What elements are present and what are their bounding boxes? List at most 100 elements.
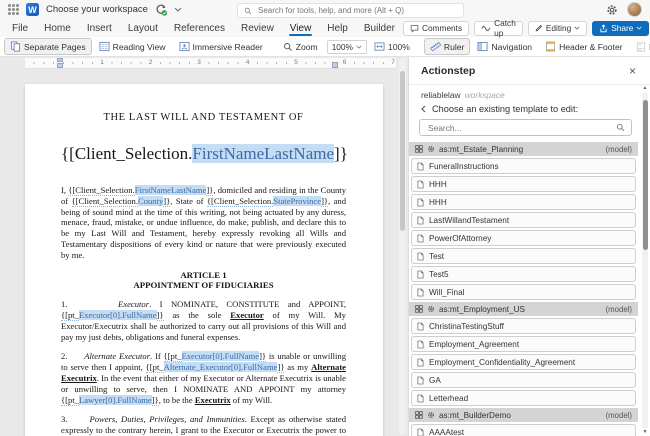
- user-avatar[interactable]: [627, 2, 642, 17]
- app-launcher-icon[interactable]: [8, 4, 19, 15]
- template-search-input[interactable]: [426, 122, 612, 134]
- reading-view-button[interactable]: Reading View: [93, 38, 172, 55]
- merge-field[interactable]: Executor[0].FullName: [79, 310, 157, 320]
- menu-tab-layout[interactable]: Layout: [120, 19, 166, 37]
- document-icon: [417, 288, 424, 297]
- workspace-selector-label[interactable]: Choose your workspace: [46, 4, 148, 15]
- merge-field[interactable]: FirstNameLastName: [192, 144, 334, 163]
- template-item[interactable]: Will_Final: [411, 284, 636, 300]
- template-item[interactable]: HHH: [411, 176, 636, 192]
- zoom-level-value: 100%: [332, 42, 353, 52]
- panel-scrollbar[interactable]: ▲ ▼: [641, 85, 649, 436]
- merge-field[interactable]: Alternate_Executor[0].FullName: [164, 362, 278, 372]
- merge-field[interactable]: FirstNameLastName: [135, 185, 207, 195]
- scroll-up-icon[interactable]: ▲: [643, 85, 648, 92]
- ruler-number: 1: [99, 59, 105, 67]
- back-chevron-icon[interactable]: [421, 105, 426, 113]
- doc-title[interactable]: THE LAST WILL AND TESTAMENT OF: [61, 112, 346, 123]
- menu-tab-review[interactable]: Review: [233, 19, 282, 37]
- doc-content: THE LAST WILL AND TESTAMENT OF {[Client_S…: [61, 112, 346, 436]
- merge-field[interactable]: County: [138, 196, 163, 206]
- template-group-header[interactable]: as:mt_Employment_US(model): [409, 302, 638, 316]
- template-item-label: ChristinaTestingStuff: [429, 322, 504, 331]
- catch-up-icon: [481, 25, 491, 32]
- doc-paragraph[interactable]: 1. Executor. I NOMINATE, CONSTITUTE and …: [61, 299, 346, 342]
- model-grid-icon: [415, 145, 423, 153]
- editing-mode-button[interactable]: Editing: [528, 21, 587, 36]
- ruler-number: 6: [342, 59, 348, 67]
- top-bar: W Choose your workspace: [0, 0, 650, 19]
- template-group-name: as:mt_Employment_US: [439, 305, 525, 314]
- zoom-label: Zoom: [296, 42, 318, 52]
- merge-field[interactable]: Lawyer[0].FullName: [79, 395, 152, 405]
- navigation-button[interactable]: Navigation: [471, 38, 538, 55]
- workspace-chevron-down-icon[interactable]: [174, 7, 182, 12]
- template-item[interactable]: Employment_Agreement: [411, 336, 636, 352]
- merge-field[interactable]: Executor[0].FullName: [182, 351, 260, 361]
- template-item[interactable]: Test: [411, 248, 636, 264]
- immersive-reader-button[interactable]: Immersive Reader: [173, 38, 269, 55]
- doc-paragraph[interactable]: 2. Alternate Executor. If {[pt_Executor[…: [61, 351, 346, 405]
- template-item[interactable]: LastWillandTestament: [411, 212, 636, 228]
- article-heading[interactable]: ARTICLE 1APPOINTMENT OF FIDUCIARIES: [61, 270, 346, 292]
- template-item[interactable]: AAAAtest: [411, 424, 636, 436]
- panel-close-icon[interactable]: ×: [627, 65, 638, 77]
- zoom-level-dropdown[interactable]: 100%: [327, 40, 367, 54]
- navigation-icon: [477, 41, 488, 52]
- ruler[interactable]: 1234567: [0, 57, 408, 69]
- template-item[interactable]: Test5: [411, 266, 636, 282]
- template-item[interactable]: Letterhead: [411, 390, 636, 406]
- ruler-toggle-button[interactable]: Ruler: [424, 38, 471, 55]
- template-item[interactable]: GA: [411, 372, 636, 388]
- comments-button[interactable]: Comments: [403, 21, 469, 36]
- zoom-button[interactable]: Zoom: [277, 38, 324, 55]
- template-item[interactable]: PowerOfAttorney: [411, 230, 636, 246]
- menu-tab-builder[interactable]: Builder: [356, 19, 403, 37]
- left-indent-marker[interactable]: [57, 63, 63, 68]
- doc-paragraph[interactable]: 3. Powers, Duties, Privileges, and Immun…: [61, 414, 346, 436]
- separate-pages-button[interactable]: Separate Pages: [4, 38, 92, 55]
- menu-tab-help[interactable]: Help: [319, 19, 356, 37]
- pencil-icon: [535, 24, 543, 32]
- fit-to-100-button[interactable]: 100%: [368, 38, 416, 55]
- footnotes-button: Footnotes: [630, 38, 650, 55]
- template-search-box[interactable]: [419, 119, 632, 136]
- menu-tab-references[interactable]: References: [166, 19, 233, 37]
- document-scrollbar[interactable]: [399, 58, 406, 435]
- model-grid-icon: [415, 411, 423, 419]
- template-group-header[interactable]: as:mt_BuilderDemo(model): [409, 408, 638, 422]
- right-indent-marker[interactable]: [332, 62, 338, 68]
- doc-paragraph[interactable]: I, {[Client_Selection.FirstNameLastName]…: [61, 185, 346, 261]
- menu-tab-view[interactable]: View: [282, 19, 320, 37]
- separate-pages-label: Separate Pages: [24, 42, 86, 52]
- document-page[interactable]: THE LAST WILL AND TESTAMENT OF {[Client_S…: [25, 84, 383, 436]
- template-item[interactable]: ChristinaTestingStuff: [411, 318, 636, 334]
- settings-gear-icon[interactable]: [606, 4, 618, 16]
- word-logo-icon[interactable]: W: [26, 3, 39, 16]
- template-group-name: as:mt_BuilderDemo: [439, 411, 511, 420]
- document-scrollbar-thumb[interactable]: [400, 71, 405, 231]
- reading-view-label: Reading View: [113, 42, 166, 52]
- panel-scrollbar-thumb[interactable]: [643, 100, 648, 250]
- sync-status-icon: [155, 4, 167, 16]
- menu-tab-insert[interactable]: Insert: [79, 19, 120, 37]
- immersive-reader-icon: [179, 41, 190, 52]
- menu-tab-home[interactable]: Home: [36, 19, 79, 37]
- ruler-label: Ruler: [444, 42, 465, 52]
- header-footer-button[interactable]: Header & Footer: [539, 38, 629, 55]
- menu-tab-file[interactable]: File: [4, 19, 36, 37]
- doc-heading[interactable]: {[Client_Selection.FirstNameLastName]}: [61, 144, 346, 164]
- global-search-input[interactable]: [256, 5, 457, 16]
- merge-field[interactable]: StateProvince: [273, 196, 321, 206]
- comments-label: Comments: [422, 23, 462, 33]
- panel-scrollbar-track[interactable]: [642, 92, 648, 429]
- first-line-indent-marker[interactable]: [57, 58, 63, 62]
- template-group-header[interactable]: as:mt_Estate_Planning(model): [409, 142, 638, 156]
- template-item[interactable]: FuneralInstructions: [411, 158, 636, 174]
- global-search-box[interactable]: [237, 3, 464, 18]
- header-footer-label: Header & Footer: [559, 42, 623, 52]
- template-item[interactable]: Employment_Confidentiality_Agreement: [411, 354, 636, 370]
- share-button[interactable]: Share: [592, 21, 649, 36]
- catch-up-button[interactable]: Catch up: [474, 21, 523, 36]
- template-item[interactable]: HHH: [411, 194, 636, 210]
